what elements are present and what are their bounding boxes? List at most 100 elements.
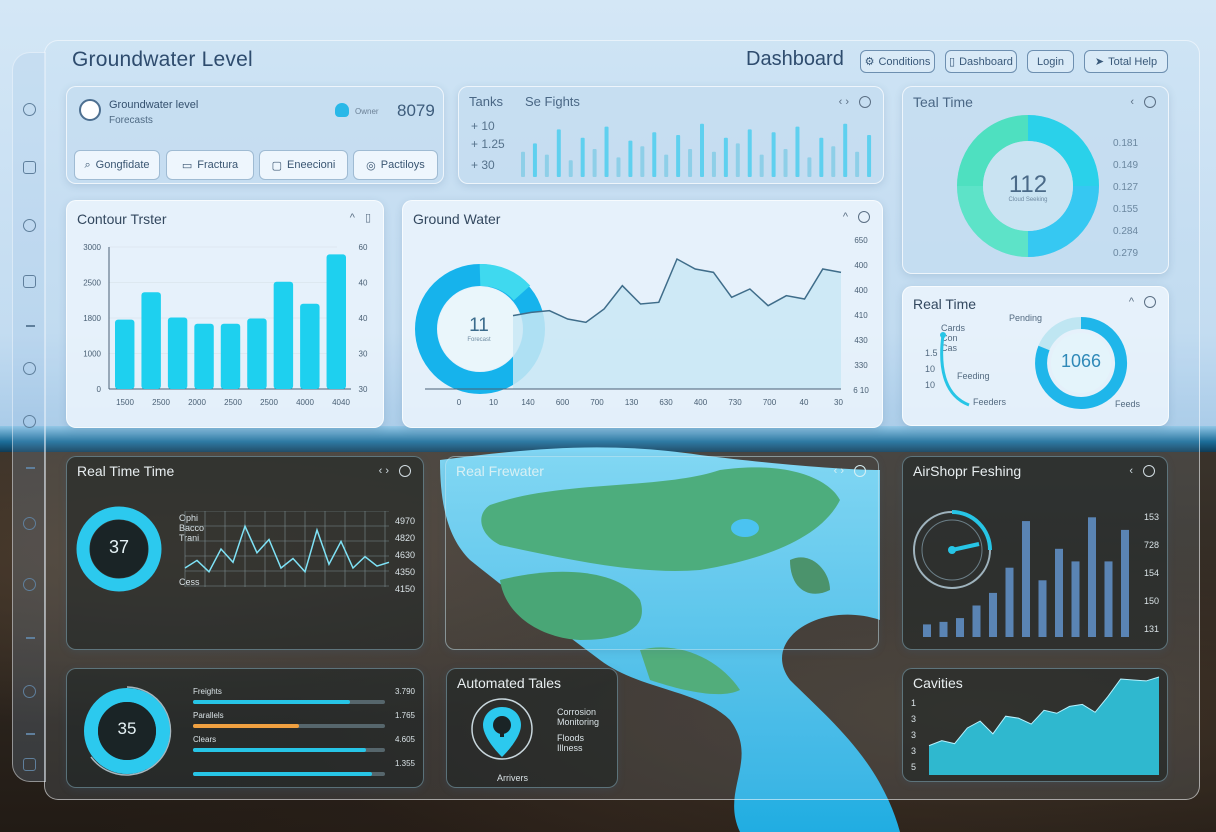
contour-y2-tick: 40 [359, 314, 368, 323]
airshop-ticks: 153 728 154 150 131 [1143, 512, 1159, 634]
progress-fill [193, 700, 351, 704]
contour-y2-tick: 60 [359, 243, 368, 252]
circle-icon[interactable] [23, 578, 36, 591]
contour-y2-tick: 40 [359, 279, 368, 288]
tanks-bar [521, 151, 525, 177]
gw-y-tick: 430 [854, 336, 868, 345]
tanks-value-2: 1.25 [481, 137, 505, 151]
circle-icon[interactable] [23, 362, 36, 375]
cavities-card: Cavities 13335 [902, 668, 1168, 782]
progress-label: Freights [193, 687, 222, 696]
contour-bar-chart: 3000250018001000060404030301500 2500 2000 2… [83, 243, 368, 407]
tanks-bar [843, 123, 848, 177]
tanks-bar [771, 132, 776, 177]
contour-bar [247, 318, 267, 389]
progress-track [193, 724, 385, 728]
clock-icon [1143, 465, 1155, 477]
clock-icon[interactable] [1144, 96, 1156, 108]
chevron-up-icon: ^ [842, 211, 848, 223]
gw-x-tick: 130 [625, 398, 639, 407]
tanks-bar [711, 151, 716, 177]
real-freshwater-title: Real Frewater [456, 463, 544, 479]
circle-icon[interactable] [23, 415, 36, 428]
gw-y-tick: 410 [854, 311, 868, 320]
contour-bar [326, 254, 346, 389]
gw-x-tick: 30 [834, 398, 843, 407]
card-controls[interactable]: ‹ [1129, 465, 1155, 477]
progress-row: Parallels 1.765 [193, 711, 415, 733]
tanks-title: Tanks [469, 94, 503, 109]
gw-x-tick: 0 [457, 398, 462, 407]
arrow-icon: ➤ [1094, 56, 1105, 68]
clock-icon [854, 465, 866, 477]
ground-water-title: Ground Water [413, 211, 501, 227]
automated-lines: Corrosion Monitoring Floods Illness [557, 707, 600, 753]
clock-icon[interactable] [23, 517, 36, 530]
minus-icon [26, 467, 35, 469]
doc-icon: ▯ [364, 212, 371, 224]
overview-value: 8079 [397, 101, 435, 120]
chip-fractura[interactable]: ▭ Fractura [166, 150, 254, 180]
gw-y-tick: 400 [854, 261, 868, 270]
gw-x-tick: 730 [728, 398, 742, 407]
compass-icon[interactable] [23, 103, 36, 116]
globe-icon[interactable] [23, 219, 36, 232]
gw-x-tick: 600 [556, 398, 570, 407]
progress-row: Clears 4.605 [193, 735, 415, 757]
progress-track [193, 748, 385, 752]
contour-bar [273, 281, 294, 389]
automated-pin-label: Arrivers [497, 773, 528, 783]
contour-bar [167, 317, 188, 389]
chip-pactiloys[interactable]: ◎ Pactiloys [353, 150, 438, 180]
map-pin-icon [471, 698, 533, 760]
contour-x-tick: 2500 [260, 398, 278, 407]
progress-value: 1.765 [394, 711, 415, 720]
overview-title: Groundwater level [109, 99, 199, 111]
card-controls[interactable]: ^ [1129, 296, 1156, 308]
tanks-bar [616, 157, 621, 177]
dashboard-button[interactable]: ▯ Dashboard [945, 50, 1017, 73]
gw-x-tick: 700 [590, 398, 604, 407]
cavities-area [929, 677, 1159, 775]
chip-eneecioni[interactable]: ▢ Eneecioni [259, 150, 348, 180]
tanks-bar [532, 143, 537, 177]
contour-bar [141, 292, 161, 389]
dashboard-label: Dashboard [746, 48, 844, 70]
contour-card: Contour Trster ^ ▯ 3000 2500 1800 1000 0 60 40 4… [66, 200, 384, 428]
chip-gongfidate[interactable]: ⌕ Gongfidate [74, 150, 160, 180]
book-icon[interactable] [23, 161, 36, 174]
ground-water-donut-sub: Forecast [467, 337, 491, 343]
contour-x-tick: 1500 [116, 398, 134, 407]
contour-bar [220, 323, 241, 389]
tanks-bar [628, 140, 633, 177]
gw-y-tick: 650 [854, 236, 868, 245]
card-controls[interactable]: ‹ › [834, 465, 866, 477]
card-controls[interactable]: ‹ › [839, 96, 871, 108]
card-controls[interactable]: ^ [843, 211, 870, 223]
gear-icon: ⚙ [864, 56, 875, 68]
airshop-bar [1005, 567, 1014, 637]
doc-icon: ▭ [181, 159, 193, 172]
realtime-right-value: 1066 [1060, 351, 1102, 371]
contour-bar [194, 323, 214, 389]
refresh-icon[interactable] [859, 96, 871, 108]
gw-y-tick: 330 [854, 361, 868, 370]
help-button[interactable]: ➤ Total Help [1084, 50, 1168, 73]
card-controls[interactable]: ‹ › [379, 465, 411, 477]
conditions-button[interactable]: ⚙ Conditions [860, 50, 935, 73]
chevron-up-icon: ^ [1128, 296, 1134, 308]
clock-icon [399, 465, 411, 477]
minus-icon [26, 325, 35, 327]
login-button[interactable]: Login [1027, 50, 1074, 73]
tanks-bar [867, 135, 872, 177]
tanks-bar [747, 129, 752, 177]
ground-water-donut-value: 11 [469, 315, 489, 336]
play-icon[interactable] [23, 685, 36, 698]
gw-x-tick: 40 [800, 398, 809, 407]
gw-x-tick: 630 [659, 398, 673, 407]
mail-icon[interactable] [23, 758, 36, 771]
fights-title: Se Fights [525, 94, 580, 109]
card-controls[interactable]: ^ ▯ [350, 211, 371, 225]
card-controls[interactable]: ‹ [1130, 96, 1156, 108]
grid-icon[interactable] [23, 275, 36, 288]
